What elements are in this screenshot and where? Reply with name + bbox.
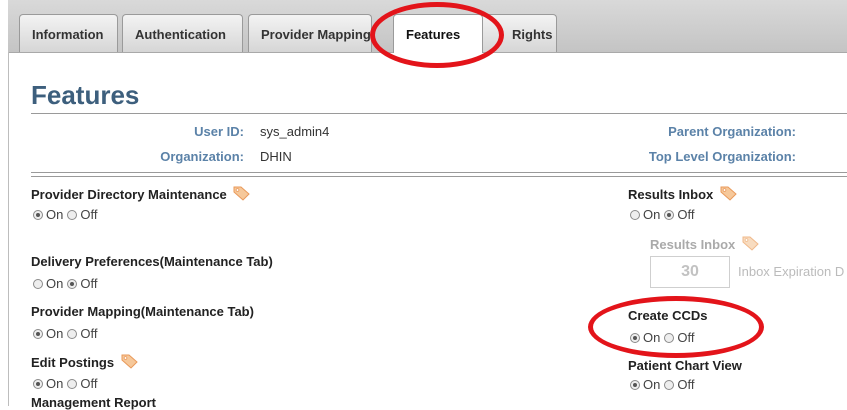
content-frame-border bbox=[8, 52, 9, 406]
top-level-organization-label: Top Level Organization: bbox=[648, 149, 796, 164]
radio-off[interactable] bbox=[67, 278, 78, 289]
radio-on[interactable] bbox=[630, 379, 640, 390]
radio-on-label: On bbox=[46, 376, 64, 391]
radio-on-label: On bbox=[46, 207, 64, 222]
radio-group-delivery-preferences: On Off bbox=[33, 276, 101, 291]
tab-provider-mapping[interactable]: Provider Mapping bbox=[248, 14, 372, 52]
radio-off[interactable] bbox=[664, 332, 675, 343]
inbox-expiration-label: Inbox Expiration D bbox=[738, 264, 845, 279]
radio-on-label: On bbox=[643, 207, 661, 222]
radio-group-create-ccds: On Off bbox=[630, 330, 698, 345]
results-inbox-sub-heading: Results Inbox bbox=[650, 235, 760, 254]
radio-on[interactable] bbox=[33, 209, 43, 220]
radio-on-label: On bbox=[46, 276, 64, 291]
radio-off-label: Off bbox=[80, 326, 98, 341]
organization-value: DHIN bbox=[260, 149, 292, 164]
feature-management-report: Management Report bbox=[31, 395, 156, 410]
feature-label-text: Edit Postings bbox=[31, 355, 115, 370]
highlight-ellipse-create-ccds bbox=[588, 296, 764, 358]
radio-off-label: Off bbox=[80, 276, 98, 291]
info-divider-1 bbox=[31, 172, 847, 173]
title-divider bbox=[31, 113, 847, 114]
tab-authentication[interactable]: Authentication bbox=[122, 14, 243, 52]
results-inbox-sub-label: Results Inbox bbox=[650, 237, 736, 252]
radio-on[interactable] bbox=[630, 332, 640, 343]
feature-edit-postings: Edit Postings bbox=[31, 353, 139, 372]
radio-group-provider-directory: On Off bbox=[33, 207, 101, 222]
radio-group-results-inbox: On Off bbox=[630, 207, 698, 222]
radio-group-provider-mapping: On Off bbox=[33, 326, 101, 341]
tab-features[interactable]: Features bbox=[393, 14, 483, 53]
radio-on[interactable] bbox=[33, 378, 43, 389]
feature-results-inbox: Results Inbox bbox=[628, 185, 738, 204]
radio-off-label: Off bbox=[677, 207, 695, 222]
radio-off[interactable] bbox=[664, 209, 675, 220]
user-id-label: User ID: bbox=[194, 124, 244, 139]
tag-icon bbox=[720, 185, 738, 204]
user-id-value: sys_admin4 bbox=[260, 124, 330, 139]
radio-on[interactable] bbox=[33, 278, 43, 289]
feature-delivery-preferences: Delivery Preferences(Maintenance Tab) bbox=[31, 254, 273, 269]
tab-information[interactable]: Information bbox=[19, 14, 118, 52]
radio-off-label: Off bbox=[80, 207, 98, 222]
radio-on[interactable] bbox=[33, 328, 43, 339]
radio-group-patient-chart-view: On Off bbox=[630, 377, 698, 392]
feature-provider-directory-maintenance: Provider Directory Maintenance bbox=[31, 185, 251, 204]
radio-on[interactable] bbox=[630, 209, 640, 220]
feature-patient-chart-view: Patient Chart View bbox=[628, 358, 742, 373]
feature-label-text: Provider Directory Maintenance bbox=[31, 187, 227, 202]
radio-off[interactable] bbox=[67, 378, 78, 389]
feature-provider-mapping: Provider Mapping(Maintenance Tab) bbox=[31, 304, 254, 319]
radio-off-label: Off bbox=[677, 377, 695, 392]
radio-off-label: Off bbox=[677, 330, 695, 345]
radio-off[interactable] bbox=[664, 379, 675, 390]
parent-organization-label: Parent Organization: bbox=[668, 124, 796, 139]
radio-on-label: On bbox=[643, 330, 661, 345]
radio-group-edit-postings: On Off bbox=[33, 376, 101, 391]
radio-on-label: On bbox=[46, 326, 64, 341]
radio-off[interactable] bbox=[67, 209, 78, 220]
radio-off-label: Off bbox=[80, 376, 98, 391]
tag-icon bbox=[742, 235, 760, 254]
radio-on-label: On bbox=[643, 377, 661, 392]
organization-label: Organization: bbox=[160, 149, 244, 164]
inbox-expiration-input[interactable]: 30 bbox=[650, 256, 730, 288]
tag-icon bbox=[121, 353, 139, 372]
tag-icon bbox=[233, 185, 251, 204]
page-title: Features bbox=[31, 80, 140, 110]
radio-off[interactable] bbox=[67, 328, 78, 339]
feature-label-text: Results Inbox bbox=[628, 187, 714, 202]
feature-create-ccds: Create CCDs bbox=[628, 308, 708, 323]
info-divider-2 bbox=[31, 176, 847, 177]
tab-rights[interactable]: Rights bbox=[471, 14, 557, 52]
